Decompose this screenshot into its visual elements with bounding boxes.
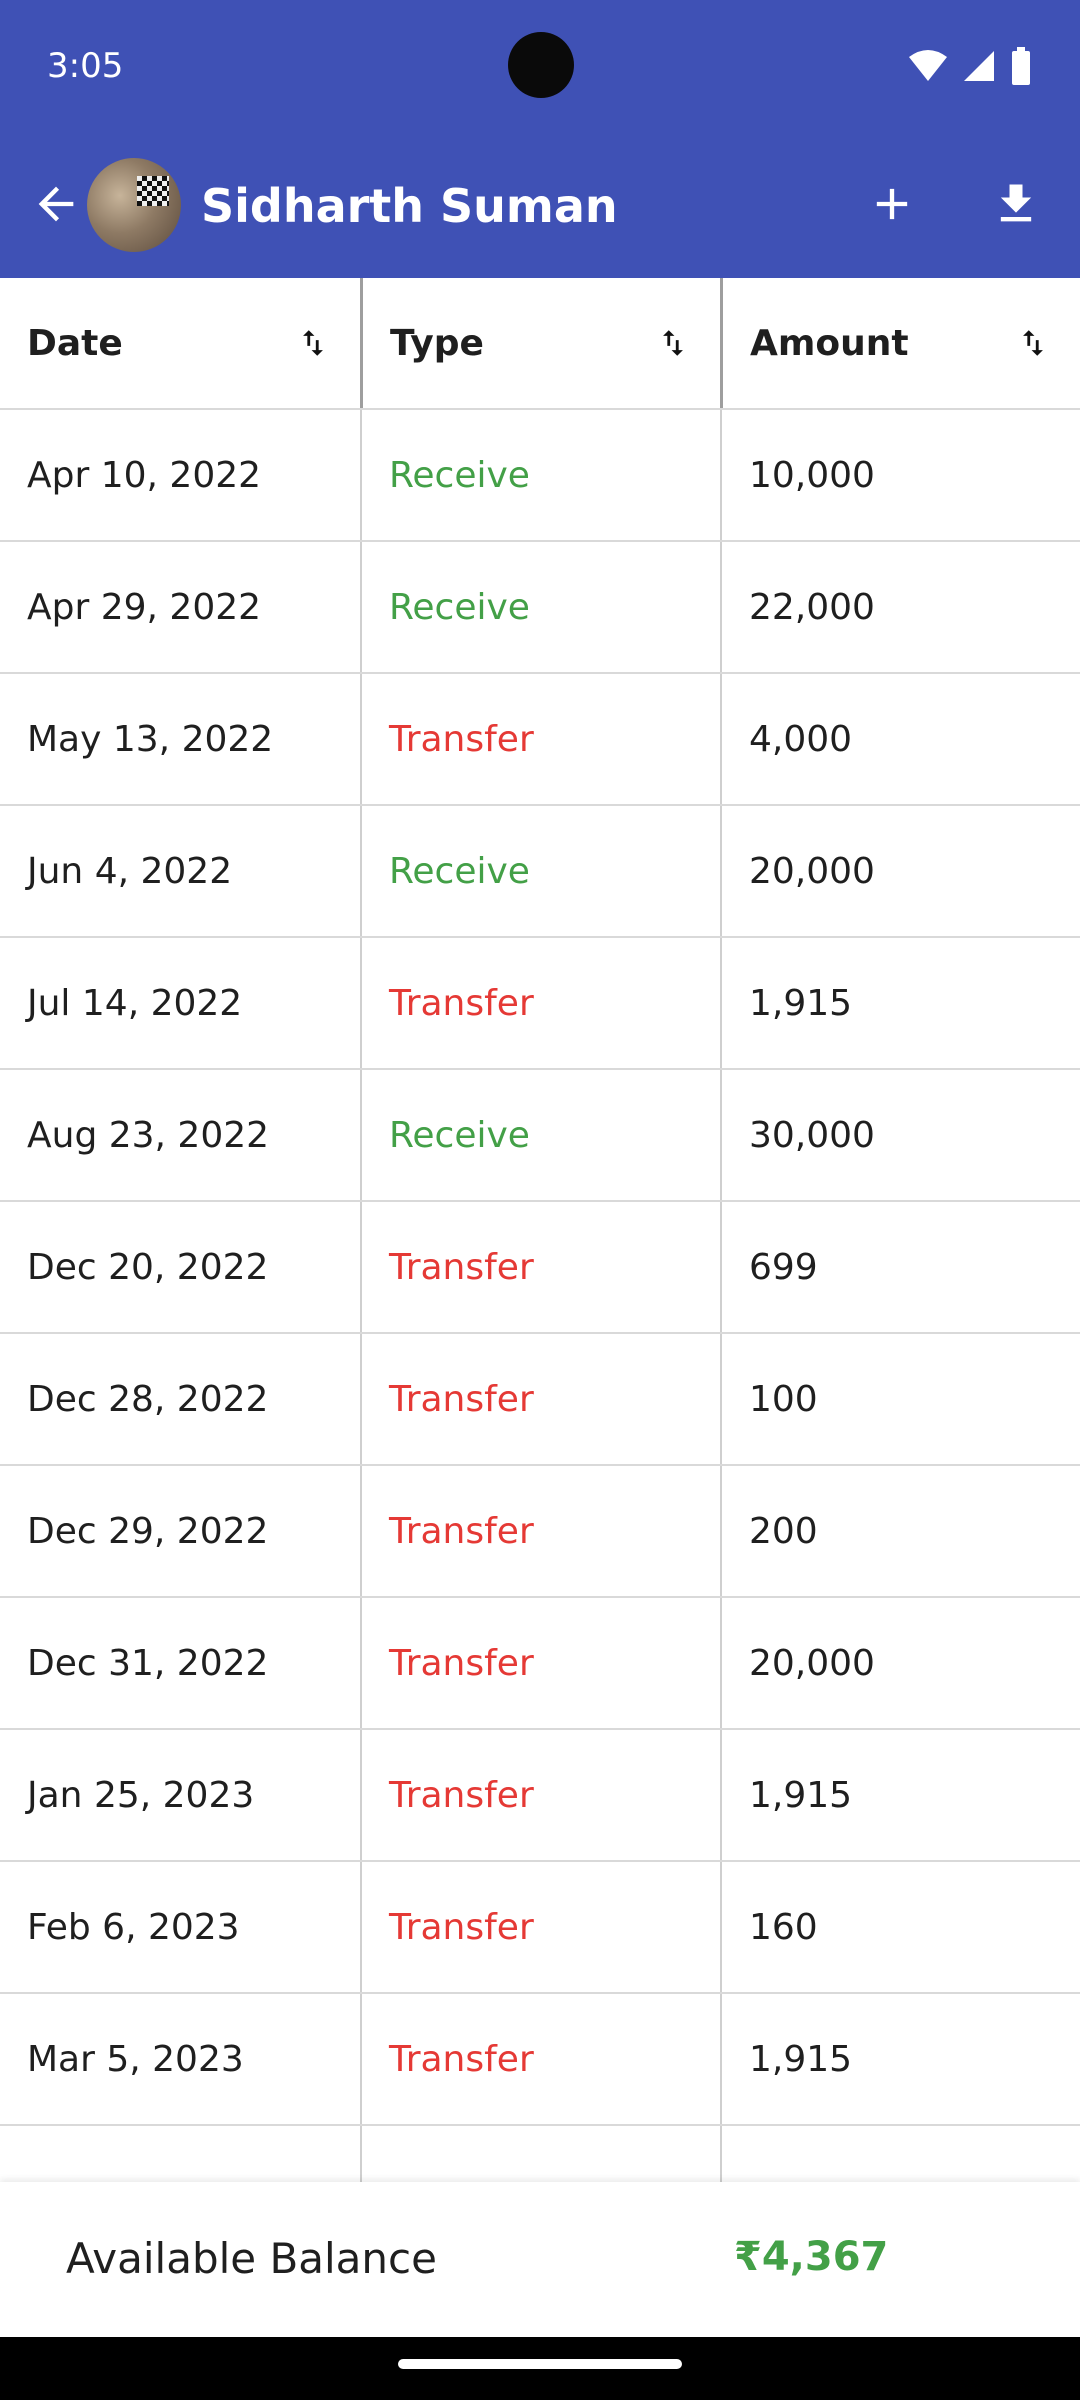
table-row[interactable]: Feb 6, 2023 Transfer 160 <box>0 1862 1080 1994</box>
status-time: 3:05 <box>47 46 124 86</box>
type-cell: Transfer <box>360 938 720 1068</box>
date-cell: Feb 6, 2023 <box>27 1906 240 1948</box>
balance-label: Available Balance <box>66 2234 437 2283</box>
amount-cell: 22,000 <box>720 542 1080 672</box>
amount-cell: 699 <box>720 1202 1080 1332</box>
download-icon[interactable] <box>990 176 1042 232</box>
type-cell: Receive <box>360 1070 720 1200</box>
date-cell: Apr 29, 2022 <box>27 586 262 628</box>
date-cell: Mar 5, 2023 <box>27 2038 244 2080</box>
date-cell: Dec 31, 2022 <box>27 1642 269 1684</box>
type-cell: Transfer <box>360 1466 720 1596</box>
gesture-nav-bar <box>0 2337 1080 2400</box>
date-cell: May 13, 2022 <box>27 718 274 760</box>
table-row[interactable]: Apr 29, 2022 Receive 22,000 <box>0 542 1080 674</box>
column-header-label: Type <box>390 322 484 364</box>
table-row[interactable]: Dec 28, 2022 Transfer 100 <box>0 1334 1080 1466</box>
date-cell: Apr 10, 2022 <box>27 454 262 496</box>
table-row[interactable]: Dec 29, 2022 Transfer 200 <box>0 1466 1080 1598</box>
type-cell: Receive <box>360 542 720 672</box>
back-arrow-icon[interactable] <box>30 178 82 230</box>
amount-cell: 1,915 <box>720 1730 1080 1860</box>
page-title: Sidharth Suman <box>201 179 618 233</box>
balance-value: ₹4,367 <box>734 2234 889 2280</box>
column-header-label: Amount <box>750 322 909 364</box>
type-cell: Receive <box>360 806 720 936</box>
table-row[interactable]: Dec 20, 2022 Transfer 699 <box>0 1202 1080 1334</box>
status-icons <box>908 46 1032 86</box>
table-row[interactable]: Apr 10, 2022 Receive 10,000 <box>0 410 1080 542</box>
table-row[interactable]: Dec 31, 2022 Transfer 20,000 <box>0 1598 1080 1730</box>
amount-cell: 4,000 <box>720 674 1080 804</box>
table-row[interactable]: Jul 14, 2022 Transfer 1,915 <box>0 938 1080 1070</box>
type-cell: Transfer <box>360 1730 720 1860</box>
camera-cutout <box>508 32 574 98</box>
table-row[interactable]: Jan 25, 2023 Transfer 1,915 <box>0 1730 1080 1862</box>
amount-cell: 20,000 <box>720 1598 1080 1728</box>
date-cell: Jun 4, 2022 <box>27 850 233 892</box>
amount-cell: 160 <box>720 1862 1080 1992</box>
date-cell: Dec 29, 2022 <box>27 1510 269 1552</box>
table-row[interactable]: May 13, 2022 Transfer 4,000 <box>0 674 1080 806</box>
type-cell: Receive <box>360 410 720 540</box>
type-cell: Transfer <box>360 674 720 804</box>
amount-cell: 200 <box>720 1466 1080 1596</box>
battery-icon <box>1012 47 1030 85</box>
column-header-type[interactable]: Type <box>360 278 720 408</box>
type-cell: Transfer <box>360 1598 720 1728</box>
type-cell: Transfer <box>360 1862 720 1992</box>
amount-cell: 20,000 <box>720 806 1080 936</box>
amount-cell: 1,915 <box>720 938 1080 1068</box>
app-bar: 3:05 Sidharth Suman <box>0 0 1080 278</box>
amount-cell: 1,915 <box>720 1994 1080 2124</box>
type-cell: Transfer <box>360 1994 720 2124</box>
date-cell: Dec 28, 2022 <box>27 1378 269 1420</box>
sort-icon[interactable] <box>1016 323 1050 363</box>
transactions-table: Date Type Amount Apr 10, 2022 Receive 10… <box>0 278 1080 2258</box>
table-header: Date Type Amount <box>0 278 1080 410</box>
balance-footer: Available Balance ₹4,367 <box>0 2182 1080 2337</box>
type-cell: Transfer <box>360 1202 720 1332</box>
wifi-icon <box>909 50 947 81</box>
date-cell: Aug 23, 2022 <box>27 1114 270 1156</box>
sort-icon[interactable] <box>656 323 690 363</box>
table-row[interactable]: Jun 4, 2022 Receive 20,000 <box>0 806 1080 938</box>
date-cell: Dec 20, 2022 <box>27 1246 269 1288</box>
column-header-amount[interactable]: Amount <box>720 278 1080 408</box>
add-icon[interactable] <box>866 178 918 230</box>
type-cell: Transfer <box>360 1334 720 1464</box>
date-cell: Jul 14, 2022 <box>27 982 243 1024</box>
table-row[interactable]: Mar 5, 2023 Transfer 1,915 <box>0 1994 1080 2126</box>
sort-icon[interactable] <box>296 323 330 363</box>
avatar <box>87 158 181 252</box>
amount-cell: 100 <box>720 1334 1080 1464</box>
amount-cell: 10,000 <box>720 410 1080 540</box>
column-header-label: Date <box>27 322 123 364</box>
amount-cell: 30,000 <box>720 1070 1080 1200</box>
column-header-date[interactable]: Date <box>0 278 360 408</box>
home-handle[interactable] <box>398 2359 682 2369</box>
table-row[interactable]: Aug 23, 2022 Receive 30,000 <box>0 1070 1080 1202</box>
signal-icon <box>964 51 994 81</box>
date-cell: Jan 25, 2023 <box>27 1774 255 1816</box>
